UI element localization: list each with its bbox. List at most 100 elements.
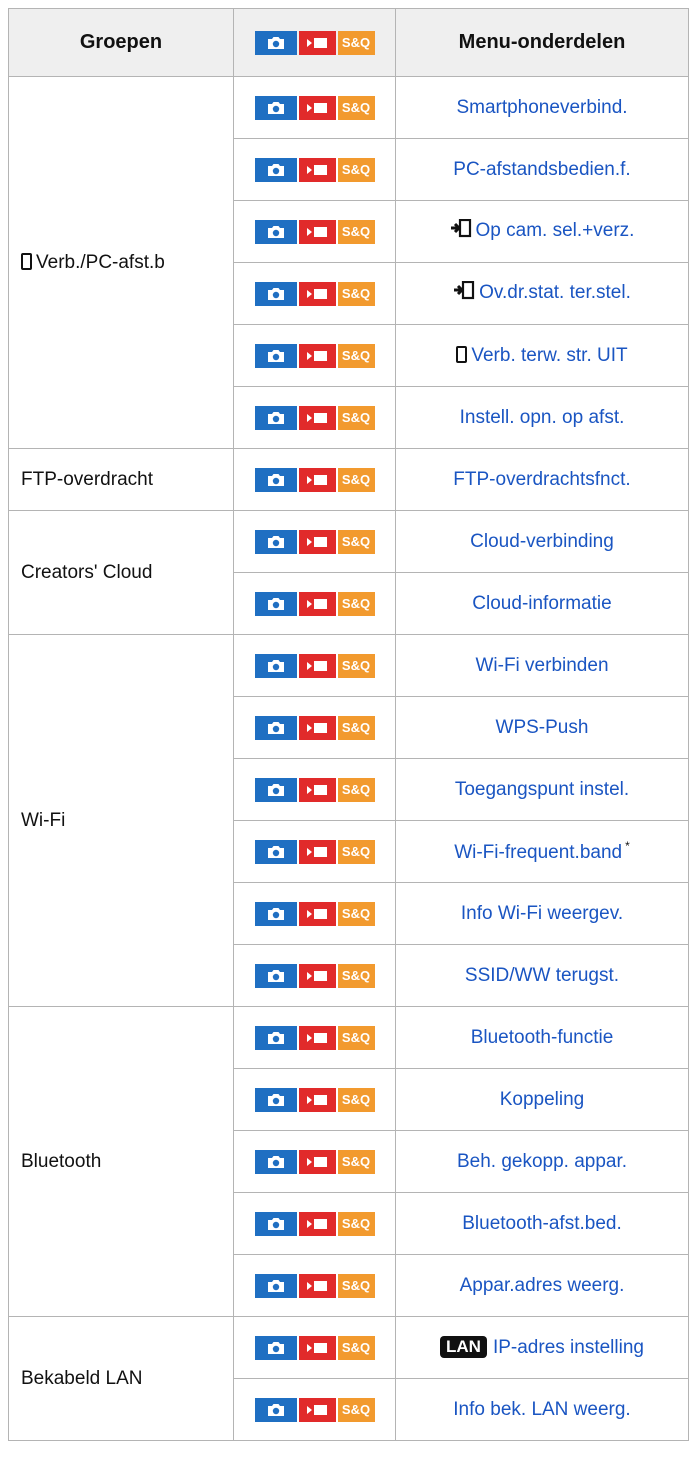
- smartphone-icon: [456, 345, 468, 363]
- menu-item-link[interactable]: Cloud-informatie: [472, 593, 611, 614]
- smartphone-icon: [21, 252, 32, 270]
- photo-mode-icon: [254, 343, 297, 368]
- movie-mode-icon: [298, 1087, 336, 1112]
- item-cell: Toegangspunt instel.: [395, 758, 689, 821]
- sq-mode-label: S&Q: [337, 95, 375, 120]
- item-cell: Cloud-verbinding: [395, 510, 689, 573]
- photo-mode-icon: [254, 1273, 297, 1298]
- mode-badges: S&Q: [254, 343, 375, 368]
- lan-icon: LAN: [440, 1336, 487, 1358]
- group-cell: Verb./PC-afst.b: [8, 76, 234, 449]
- item-cell: Instell. opn. op afst.: [395, 386, 689, 449]
- movie-mode-icon: [298, 343, 336, 368]
- mode-cell: S&Q: [233, 1068, 396, 1131]
- sq-mode-label: S&Q: [337, 343, 375, 368]
- mode-badges: S&Q: [254, 1397, 375, 1422]
- photo-mode-icon: [254, 901, 297, 926]
- menu-item-link[interactable]: Ov.dr.stat. ter.stel.: [479, 282, 631, 303]
- group-name: Wi-Fi: [21, 809, 66, 831]
- menu-item-link[interactable]: Info Wi-Fi weergev.: [461, 903, 623, 924]
- table-row: FTP-overdracht S&Q FTP-overdrachtsfnct.: [8, 448, 689, 511]
- photo-mode-icon: [254, 777, 297, 802]
- menu-item-link[interactable]: Wi-Fi-frequent.band: [454, 842, 622, 863]
- sq-mode-label: S&Q: [337, 653, 375, 678]
- menu-item-link[interactable]: Koppeling: [500, 1089, 585, 1110]
- movie-mode-icon: [298, 1273, 336, 1298]
- group-cell: Creators' Cloud: [8, 510, 234, 635]
- mode-cell: S&Q: [233, 262, 396, 325]
- item-cell: Appar.adres weerg.: [395, 1254, 689, 1317]
- sq-mode-label: S&Q: [337, 467, 375, 492]
- movie-mode-icon: [298, 30, 336, 55]
- mode-badges: S&Q: [254, 1211, 375, 1236]
- sq-mode-label: S&Q: [337, 1025, 375, 1050]
- item-cell: Wi-Fi-frequent.band *: [395, 820, 689, 883]
- photo-mode-icon: [254, 1025, 297, 1050]
- menu-item-link[interactable]: Toegangspunt instel.: [455, 779, 629, 800]
- mode-badges: S&Q: [254, 219, 375, 244]
- photo-mode-icon: [254, 1211, 297, 1236]
- mode-badges: S&Q: [254, 839, 375, 864]
- menu-item-link[interactable]: WPS-Push: [496, 717, 589, 738]
- mode-cell: S&Q: [233, 138, 396, 201]
- table-row: Bekabeld LAN S&Q LAN IP-adres instelling: [8, 1316, 689, 1441]
- item-cell: SSID/WW terugst.: [395, 944, 689, 1007]
- menu-item-link[interactable]: Wi-Fi verbinden: [475, 655, 608, 676]
- sq-mode-label: S&Q: [337, 157, 375, 182]
- photo-mode-icon: [254, 1087, 297, 1112]
- photo-mode-icon: [254, 963, 297, 988]
- mode-badges: S&Q: [254, 777, 375, 802]
- mode-cell: S&Q: [233, 696, 396, 759]
- movie-mode-icon: [298, 715, 336, 740]
- mode-cell: S&Q: [233, 944, 396, 1007]
- item-cell: PC-afstandsbedien.f.: [395, 138, 689, 201]
- item-cell: Cloud-informatie: [395, 572, 689, 635]
- item-cell: Verb. terw. str. UIT: [395, 324, 689, 387]
- mode-badges: S&Q: [254, 529, 375, 554]
- movie-mode-icon: [298, 467, 336, 492]
- mode-badges: S&Q: [254, 95, 375, 120]
- menu-item-link[interactable]: Verb. terw. str. UIT: [471, 345, 627, 366]
- transfer-icon: [450, 218, 472, 245]
- movie-mode-icon: [298, 591, 336, 616]
- menu-table: Groepen S&Q Menu-onderdelen Verb./PC-afs…: [8, 8, 689, 1441]
- movie-mode-icon: [298, 529, 336, 554]
- item-cell: LAN IP-adres instelling: [395, 1316, 689, 1379]
- menu-item-link[interactable]: Cloud-verbinding: [470, 531, 614, 552]
- photo-mode-icon: [254, 715, 297, 740]
- menu-item-link[interactable]: PC-afstandsbedien.f.: [453, 159, 630, 180]
- group-name: FTP-overdracht: [21, 468, 153, 490]
- mode-cell: S&Q: [233, 1254, 396, 1317]
- menu-item-link[interactable]: Instell. opn. op afst.: [460, 407, 625, 428]
- mode-badges: S&Q: [254, 30, 375, 55]
- mode-cell: S&Q: [233, 1006, 396, 1069]
- menu-item-link[interactable]: Bluetooth-afst.bed.: [462, 1213, 622, 1234]
- movie-mode-icon: [298, 1025, 336, 1050]
- header-groups: Groepen: [8, 8, 234, 77]
- mode-badges: S&Q: [254, 1149, 375, 1174]
- menu-item-link[interactable]: SSID/WW terugst.: [465, 965, 619, 986]
- footnote-marker: *: [625, 839, 630, 853]
- table-row: Verb./PC-afst.b S&Q Smartphoneverbind.: [8, 76, 689, 449]
- menu-item-link[interactable]: Info bek. LAN weerg.: [453, 1399, 630, 1420]
- mode-cell: S&Q: [233, 510, 396, 573]
- table-row: Bluetooth S&Q Bluetooth-functie: [8, 1006, 689, 1317]
- menu-item-link[interactable]: Op cam. sel.+verz.: [476, 220, 635, 241]
- menu-item-link[interactable]: FTP-overdrachtsfnct.: [453, 469, 630, 490]
- item-cell: Beh. gekopp. appar.: [395, 1130, 689, 1193]
- menu-item-link[interactable]: Beh. gekopp. appar.: [457, 1151, 627, 1172]
- sq-mode-label: S&Q: [337, 901, 375, 926]
- mode-cell: S&Q: [233, 1316, 396, 1379]
- movie-mode-icon: [298, 1397, 336, 1422]
- photo-mode-icon: [254, 281, 297, 306]
- mode-badges: S&Q: [254, 1273, 375, 1298]
- menu-item-link[interactable]: IP-adres instelling: [493, 1337, 644, 1358]
- menu-item-link[interactable]: Smartphoneverbind.: [456, 97, 627, 118]
- menu-item-link[interactable]: Appar.adres weerg.: [460, 1275, 625, 1296]
- movie-mode-icon: [298, 1149, 336, 1174]
- movie-mode-icon: [298, 839, 336, 864]
- page: Groepen S&Q Menu-onderdelen Verb./PC-afs…: [0, 0, 695, 1474]
- group-cell: Bluetooth: [8, 1006, 234, 1317]
- menu-item-link[interactable]: Bluetooth-functie: [471, 1027, 614, 1048]
- mode-cell: S&Q: [233, 200, 396, 263]
